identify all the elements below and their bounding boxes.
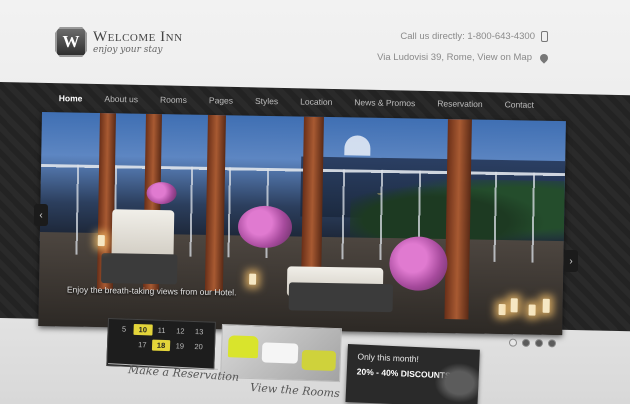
calendar-day-selected[interactable]: 10 xyxy=(133,323,153,336)
map-pin-icon xyxy=(538,51,550,64)
logo-text: Welcome Inn enjoy your stay xyxy=(93,29,183,55)
slider-dot[interactable] xyxy=(508,338,518,347)
room-chair-image xyxy=(227,335,259,359)
address-row[interactable]: Via Ludovisi 39, Rome, View on Map xyxy=(377,47,550,68)
nav-home[interactable]: Home xyxy=(48,93,94,104)
nav-styles[interactable]: Styles xyxy=(244,96,289,107)
view-rooms-link[interactable]: View the Rooms xyxy=(250,381,341,400)
pillar xyxy=(204,114,226,292)
calendar-day-selected[interactable]: 18 xyxy=(151,339,171,352)
logo[interactable]: W Welcome Inn enjoy your stay xyxy=(55,27,183,57)
room-sofa-image xyxy=(301,349,337,371)
discount-promo[interactable]: Only this month! 20% - 40% DISCOUNTS xyxy=(345,344,480,404)
slider-dot[interactable] xyxy=(521,338,531,347)
site-name: Welcome Inn xyxy=(93,29,183,45)
nav-pages[interactable]: Pages xyxy=(198,95,244,106)
nav-contact[interactable]: Contact xyxy=(494,99,545,110)
phone-row: Call us directly: 1-800-643-4300 xyxy=(377,26,548,47)
contact-info: Call us directly: 1-800-643-4300 Via Lud… xyxy=(377,26,550,68)
nav-reservation[interactable]: Reservation xyxy=(426,98,493,109)
calendar-day[interactable]: 12 xyxy=(171,325,190,337)
address-text[interactable]: Via Ludovisi 39, Rome, View on Map xyxy=(377,47,532,68)
calendar-day[interactable]: 19 xyxy=(170,340,189,352)
candle xyxy=(542,298,550,313)
hero-slider[interactable]: Enjoy the breath-taking views from our H… xyxy=(38,112,566,336)
slider-next-button[interactable]: › xyxy=(564,250,578,272)
candle xyxy=(510,298,518,313)
pillar xyxy=(444,119,472,320)
nav-news-promos[interactable]: News & Promos xyxy=(343,97,426,108)
calendar-day[interactable]: 20 xyxy=(189,341,208,353)
slider-dot[interactable] xyxy=(547,339,557,348)
candle xyxy=(528,304,536,316)
slider-dot[interactable] xyxy=(534,339,544,348)
dome-image xyxy=(344,135,371,156)
calendar-day[interactable]: 17 xyxy=(133,339,152,351)
calendar-day[interactable]: 11 xyxy=(152,325,171,337)
page: W Welcome Inn enjoy your stay Call us di… xyxy=(0,0,630,404)
nav-about-us[interactable]: About us xyxy=(93,94,149,105)
flower-planter xyxy=(146,181,177,205)
slider-prev-button[interactable]: ‹ xyxy=(34,204,48,226)
site-tagline: enjoy your stay xyxy=(93,45,163,55)
room-bed-image xyxy=(261,342,299,364)
calendar-grid: 5 10 11 12 13 17 18 19 20 xyxy=(114,323,209,352)
candle xyxy=(249,273,257,285)
slider-pagination xyxy=(508,338,557,348)
wicker-sofa xyxy=(288,282,394,313)
phone-text: Call us directly: 1-800-643-4300 xyxy=(400,31,535,42)
reservation-calendar[interactable]: 5 10 11 12 13 17 18 19 20 xyxy=(106,318,216,370)
candle xyxy=(498,304,506,316)
phone-icon xyxy=(541,31,548,42)
wicker-sofa xyxy=(101,253,178,285)
candle xyxy=(97,234,105,247)
calendar-day[interactable]: 5 xyxy=(114,323,133,335)
calendar-day[interactable]: 13 xyxy=(190,326,209,338)
promo-map-graphic xyxy=(433,361,480,404)
calendar-day[interactable] xyxy=(114,338,133,350)
logo-badge: W xyxy=(55,27,87,57)
nav-rooms[interactable]: Rooms xyxy=(149,94,198,105)
nav-location[interactable]: Location xyxy=(289,96,343,107)
